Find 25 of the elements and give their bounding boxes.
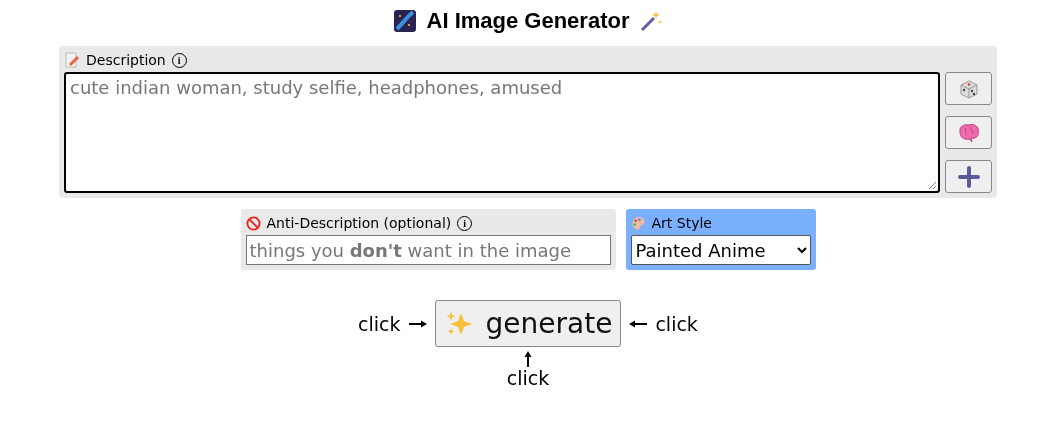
art-style-label: Art Style	[651, 215, 712, 231]
resize-grip-icon[interactable]	[928, 181, 937, 190]
description-field[interactable]: cute indian woman, study selfie, headphones, amused	[64, 72, 940, 193]
magic-wand-icon	[639, 9, 664, 33]
description-label: Description	[86, 52, 166, 68]
art-style-dropdown[interactable]: Painted Anime	[630, 235, 811, 265]
left-arrow-icon	[629, 319, 648, 328]
hint-text: click	[655, 312, 698, 335]
right-arrow-icon	[408, 319, 427, 328]
page-title: AI Image Generator	[426, 8, 630, 34]
up-arrow-icon	[524, 351, 532, 367]
hint-text: click	[358, 312, 401, 335]
palette-icon	[630, 215, 646, 231]
prohibited-icon	[245, 215, 261, 231]
hint-text: click	[506, 367, 550, 390]
anti-description-field[interactable]: things you don't want in the image	[245, 235, 611, 265]
memo-pencil-icon	[64, 52, 80, 68]
plus-button[interactable]	[945, 160, 992, 193]
anti-description-label: Anti-Description (optional)	[266, 215, 452, 231]
brain-button[interactable]	[945, 116, 992, 149]
galaxy-icon	[392, 9, 417, 33]
brain-icon	[956, 121, 981, 144]
generate-button[interactable]: generate	[434, 300, 622, 347]
dice-button[interactable]	[945, 72, 992, 105]
plus-icon	[957, 165, 980, 188]
